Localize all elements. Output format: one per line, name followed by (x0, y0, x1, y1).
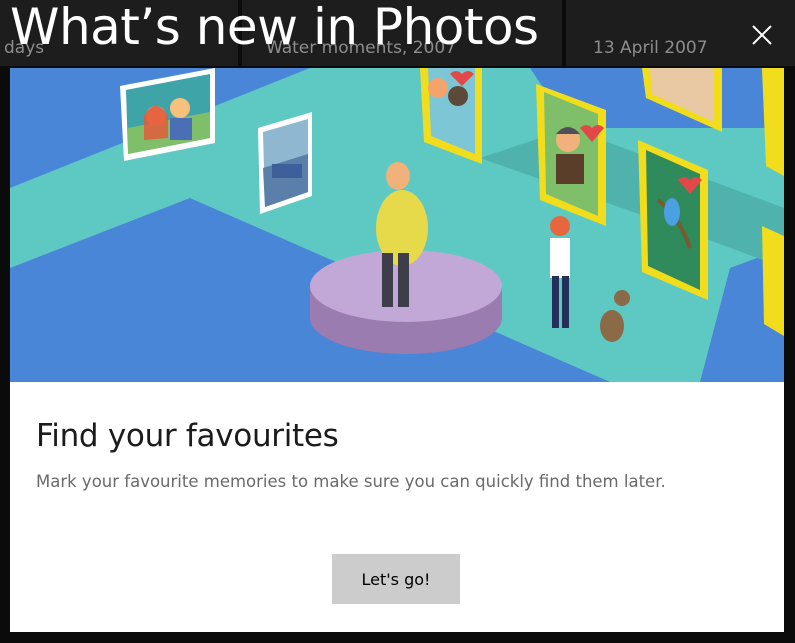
background-date-label: 13 April 2007 (593, 38, 708, 58)
feature-description: Mark your favourite memories to make sur… (36, 472, 666, 491)
lets-go-button[interactable]: Let's go! (332, 554, 460, 604)
feature-heading: Find your favourites (36, 418, 339, 454)
gallery-favourites-illustration (10, 68, 784, 382)
close-icon (752, 25, 772, 45)
dialog-title: What’s new in Photos (10, 0, 539, 56)
content-panel: Find your favourites Mark your favourite… (10, 382, 784, 632)
close-button[interactable] (742, 15, 782, 55)
hero-illustration (10, 68, 784, 382)
